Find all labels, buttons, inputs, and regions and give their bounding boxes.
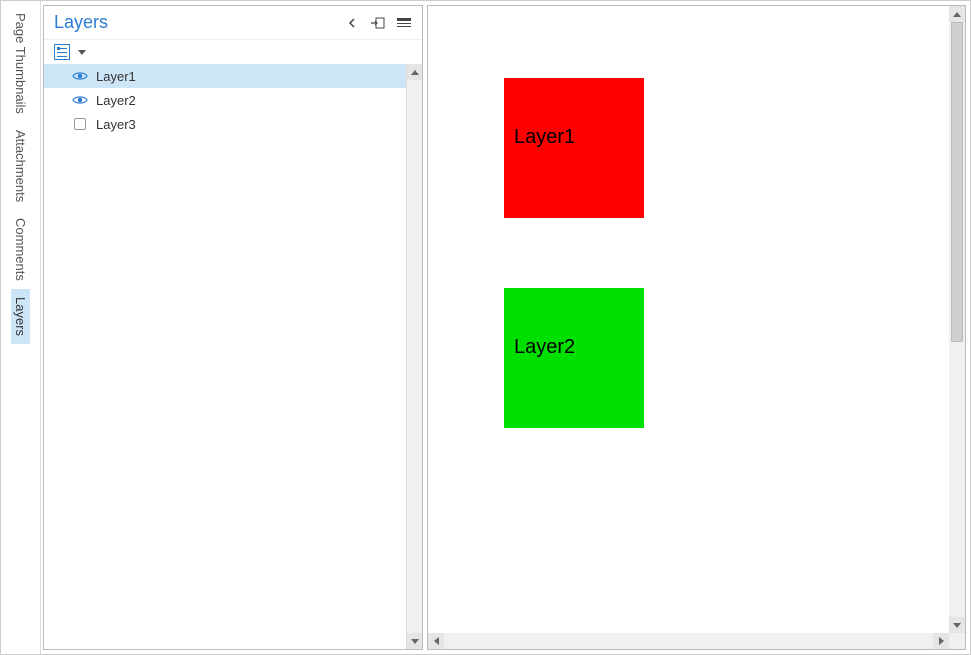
horizontal-scrollbar[interactable]: [428, 633, 949, 649]
panel-scrollbar[interactable]: [406, 64, 422, 649]
scrollbar-corner: [949, 633, 965, 649]
layer2-box: Layer2: [504, 288, 644, 428]
layer1-box-label: Layer1: [514, 126, 575, 148]
layer-row[interactable]: Layer1: [44, 64, 422, 88]
scroll-up-button[interactable]: [407, 64, 422, 80]
scroll-thumb[interactable]: [951, 22, 963, 342]
layer2-box-label: Layer2: [514, 336, 575, 358]
panel-header: Layers: [44, 6, 422, 40]
page-area[interactable]: Layer1 Layer2: [428, 6, 949, 633]
scroll-track[interactable]: [444, 633, 933, 649]
scroll-down-button[interactable]: [949, 617, 965, 633]
hidden-box-icon[interactable]: [72, 116, 88, 132]
vertical-scrollbar[interactable]: [949, 6, 965, 633]
tab-page-thumbnails[interactable]: Page Thumbnails: [11, 5, 30, 122]
options-icon[interactable]: [396, 15, 412, 31]
scroll-up-button[interactable]: [949, 6, 965, 22]
panel-title: Layers: [54, 12, 108, 33]
document-viewport: Layer1 Layer2: [427, 5, 966, 650]
tab-attachments[interactable]: Attachments: [11, 122, 30, 210]
layer1-box: Layer1: [504, 78, 644, 218]
scroll-track[interactable]: [949, 342, 965, 617]
layer-name-label: Layer1: [96, 69, 136, 84]
tab-layers[interactable]: Layers: [11, 289, 30, 344]
collapse-icon[interactable]: [344, 15, 360, 31]
layer-row[interactable]: Layer2: [44, 88, 422, 112]
panel-toolbar: [44, 40, 422, 64]
layer-name-label: Layer3: [96, 117, 136, 132]
side-tabs: Page Thumbnails Attachments Comments Lay…: [1, 1, 41, 654]
scroll-left-button[interactable]: [428, 633, 444, 649]
layers-panel: Layers: [43, 5, 423, 650]
scroll-right-button[interactable]: [933, 633, 949, 649]
layer-list: Layer1 Layer2 Layer3: [44, 64, 422, 649]
scroll-track[interactable]: [407, 80, 422, 633]
eye-icon[interactable]: [72, 92, 88, 108]
scroll-down-button[interactable]: [407, 633, 422, 649]
import-icon[interactable]: [370, 15, 386, 31]
tab-comments[interactable]: Comments: [11, 210, 30, 289]
layer-row[interactable]: Layer3: [44, 112, 422, 136]
page: Layer1 Layer2: [428, 6, 949, 633]
layer-name-label: Layer2: [96, 93, 136, 108]
dropdown-icon[interactable]: [74, 44, 90, 60]
list-view-icon[interactable]: [54, 44, 70, 60]
eye-icon[interactable]: [72, 68, 88, 84]
